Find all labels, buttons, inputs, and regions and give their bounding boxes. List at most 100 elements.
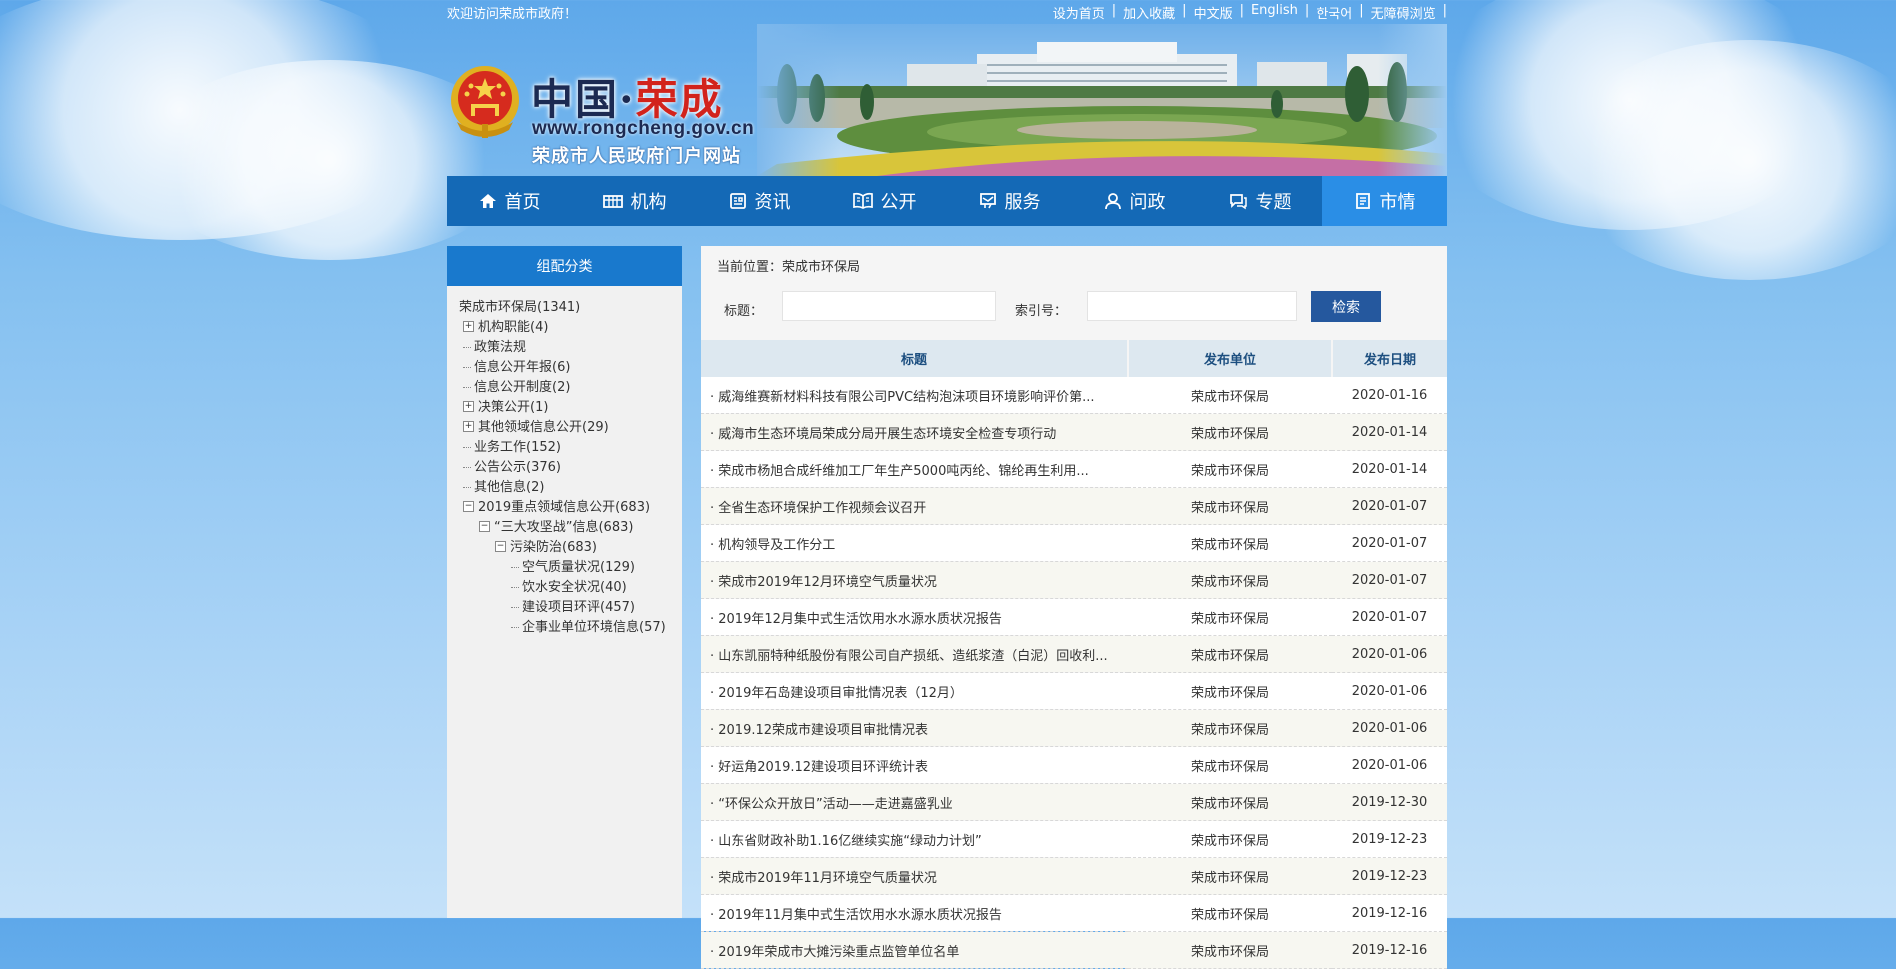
row-unit: 荣成市环保局 <box>1128 561 1332 599</box>
row-title-link[interactable]: · 2019年石岛建设项目审批情况表（12月） <box>701 672 1128 710</box>
top-links: 设为首页 | 加入收藏 | 中文版 | English | 한국어 | 无障碍浏览 | <box>1046 3 1447 22</box>
expand-icon[interactable]: + <box>463 321 474 332</box>
row-date: 2019-12-16 <box>1332 894 1447 932</box>
row-unit: 荣成市环保局 <box>1128 524 1332 562</box>
row-date: 2020-01-14 <box>1332 413 1447 451</box>
index-search-input[interactable] <box>1087 291 1297 321</box>
table-row: · 2019年11月集中式生活饮用水水源水质状况报告 荣成市环保局 2019-12-… <box>701 894 1447 932</box>
nav-label: 专题 <box>1255 192 1292 213</box>
service-icon <box>979 193 996 209</box>
tree-node[interactable]: −2019重点领域信息公开(683) <box>459 498 682 518</box>
row-unit: 荣成市环保局 <box>1128 783 1332 821</box>
row-date: 2019-12-23 <box>1332 857 1447 895</box>
search-form: 标题： 索引号： 检索 <box>701 291 1447 325</box>
row-title-link[interactable]: · 威海维赛新材料科技有限公司PVC结构泡沫项目环境影响评价第... <box>701 377 1128 414</box>
row-title-link[interactable]: · 2019年荣成市大摊污染重点监管单位名单 <box>701 931 1128 969</box>
tree-node[interactable]: 饮水安全状况(40) <box>459 578 682 598</box>
row-date: 2020-01-07 <box>1332 598 1447 636</box>
row-unit: 荣成市环保局 <box>1128 894 1332 932</box>
search-button[interactable]: 检索 <box>1311 291 1381 322</box>
tree-node[interactable]: 信息公开制度(2) <box>459 378 682 398</box>
row-date: 2019-12-30 <box>1332 783 1447 821</box>
tree-branch-line <box>463 447 471 448</box>
nav-item-city-info[interactable]: 市情 <box>1322 176 1447 226</box>
row-title-link[interactable]: · 2019年12月集中式生活饮用水水源水质状况报告 <box>701 598 1128 636</box>
row-unit: 荣成市环保局 <box>1128 931 1332 969</box>
row-unit: 荣成市环保局 <box>1128 413 1332 451</box>
nav-item-institutions[interactable]: 机构 <box>572 176 697 226</box>
tree-node-label: 公告公示(376) <box>474 460 561 475</box>
tree-node-label: 其他信息(2) <box>474 480 545 495</box>
tree-node[interactable]: + 决策公开(1) <box>459 398 682 418</box>
row-title-link[interactable]: · 山东凯丽特种纸股份有限公司自产损纸、造纸浆渣（白泥）回收利... <box>701 635 1128 673</box>
tree-node[interactable]: 其他信息(2) <box>459 478 682 498</box>
set-homepage-link[interactable]: 设为首页 <box>1046 3 1112 22</box>
collapse-icon[interactable]: − <box>495 541 506 552</box>
row-title-link[interactable]: · 荣成市2019年12月环境空气质量状况 <box>701 561 1128 599</box>
nav-item-disclosure[interactable]: 公开 <box>822 176 947 226</box>
english-version-link[interactable]: English <box>1244 3 1305 22</box>
tree-node-label: 饮水安全状况(40) <box>522 580 627 595</box>
row-unit: 荣成市环保局 <box>1128 709 1332 747</box>
accessibility-link[interactable]: 无障碍浏览 <box>1364 3 1443 22</box>
top-bar: 欢迎访问荣成市政府！ 设为首页 | 加入收藏 | 中文版 | English | 한국어… <box>447 0 1447 22</box>
tree-branch-line <box>463 367 471 368</box>
city-plaza-photo <box>757 24 1447 176</box>
row-title-link[interactable]: · 机构领导及工作分工 <box>701 524 1128 562</box>
expand-icon[interactable]: + <box>463 401 474 412</box>
table-row: · “环保公众开放日”活动——走进嘉盛乳业 荣成市环保局 2019-12-30 <box>701 783 1447 821</box>
tree-node[interactable]: 公告公示(376) <box>459 458 682 478</box>
row-title-link[interactable]: · 山东省财政补助1.16亿继续实施“绿动力计划” <box>701 820 1128 858</box>
header-banner: 中国·荣成 www.rongcheng.gov.cn 荣成市人民政府门户网站 <box>447 24 1447 176</box>
row-unit: 荣成市环保局 <box>1128 635 1332 673</box>
nav-label: 机构 <box>630 192 667 213</box>
tree-node[interactable]: 政策法规 <box>459 338 682 358</box>
tree-node[interactable]: 业务工作(152) <box>459 438 682 458</box>
tree-node[interactable]: 企事业单位环境信息(57) <box>459 618 682 638</box>
nav-item-inquiry[interactable]: 问政 <box>1072 176 1197 226</box>
tree-branch-line <box>463 347 471 348</box>
row-date: 2020-01-14 <box>1332 450 1447 488</box>
tree-node[interactable]: + 其他领域信息公开(29) <box>459 418 682 438</box>
collapse-icon[interactable]: − <box>479 521 490 532</box>
row-title-link[interactable]: · 好运角2019.12建设项目环评统计表 <box>701 746 1128 784</box>
expand-icon[interactable]: + <box>463 421 474 432</box>
row-title-link[interactable]: · 威海市生态环境局荣成分局开展生态环境安全检查专项行动 <box>701 413 1128 451</box>
tree-node[interactable]: 信息公开年报(6) <box>459 358 682 378</box>
nav-item-home[interactable]: 首页 <box>447 176 572 226</box>
table-row: · 山东省财政补助1.16亿继续实施“绿动力计划” 荣成市环保局 2019-12-2… <box>701 820 1447 858</box>
row-unit: 荣成市环保局 <box>1128 857 1332 895</box>
add-favorite-link[interactable]: 加入收藏 <box>1116 3 1182 22</box>
tree-node[interactable]: − 污染防治(683) <box>459 538 682 558</box>
tree-branch-line <box>463 467 471 468</box>
logo-title-rongcheng: 荣成 <box>635 75 724 124</box>
row-title-link[interactable]: · 荣成市2019年11月环境空气质量状况 <box>701 857 1128 895</box>
tree-node[interactable]: 建设项目环评(457) <box>459 598 682 618</box>
row-unit: 荣成市环保局 <box>1128 672 1332 710</box>
row-title-link[interactable]: · “环保公众开放日”活动——走进嘉盛乳业 <box>701 783 1128 821</box>
tree-node-label: 荣成市环保局(1341) <box>459 300 581 315</box>
tree-node[interactable]: 荣成市环保局(1341) <box>459 298 682 318</box>
row-date: 2020-01-06 <box>1332 635 1447 673</box>
row-title-link[interactable]: · 全省生态环境保护工作视频会议召开 <box>701 487 1128 525</box>
row-unit: 荣成市环保局 <box>1128 598 1332 636</box>
row-date: 2020-01-06 <box>1332 672 1447 710</box>
nav-item-topics[interactable]: 专题 <box>1197 176 1322 226</box>
korean-version-link[interactable]: 한국어 <box>1309 3 1359 22</box>
tree-node[interactable]: − “三大攻坚战”信息(683) <box>459 518 682 538</box>
national-emblem-logo <box>449 64 521 140</box>
row-title-link[interactable]: · 2019.12荣成市建设项目审批情况表 <box>701 709 1128 747</box>
document-list-table: 标题 发布单位 发布日期 · 威海维赛新材料科技有限公司PVC结构泡沫项目环境影… <box>701 340 1447 969</box>
tree-node[interactable]: 空气质量状况(129) <box>459 558 682 578</box>
nav-label: 公开 <box>880 192 917 213</box>
collapse-icon[interactable]: − <box>463 501 474 512</box>
chinese-version-link[interactable]: 中文版 <box>1187 3 1240 22</box>
tree-node[interactable]: + 机构职能(4) <box>459 318 682 338</box>
row-title-link[interactable]: · 荣成市杨旭合成纤维加工厂年生产5000吨丙纶、锦纶再生利用... <box>701 450 1128 488</box>
column-header-title: 标题 <box>701 340 1129 377</box>
row-title-link[interactable]: · 2019年11月集中式生活饮用水水源水质状况报告 <box>701 894 1128 932</box>
nav-item-services[interactable]: 服务 <box>947 176 1072 226</box>
nav-item-news[interactable]: 资讯 <box>697 176 822 226</box>
row-unit: 荣成市环保局 <box>1128 746 1332 784</box>
title-search-input[interactable] <box>782 291 996 321</box>
